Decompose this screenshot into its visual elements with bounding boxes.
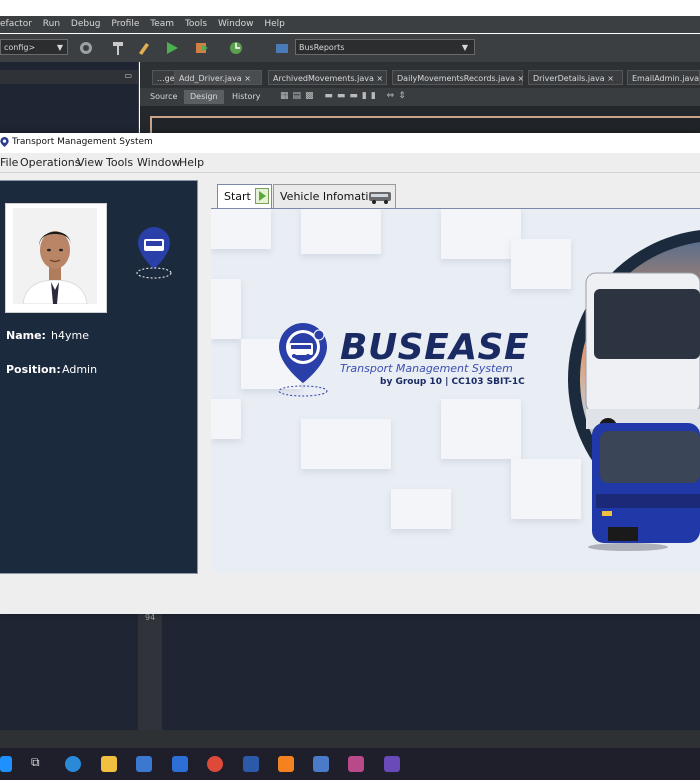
ide-file-tabs: ...ge Add_Driver.java × ArchivedMovement… — [140, 62, 700, 90]
background-tile — [211, 279, 241, 339]
busease-logo — [278, 323, 328, 397]
menu-operations[interactable]: Operations — [20, 156, 80, 169]
menu-help[interactable]: Help — [179, 156, 204, 169]
profile-photo-frame — [5, 203, 107, 313]
ide-menu-profile[interactable]: Profile — [111, 16, 139, 33]
design-tab[interactable]: Design — [184, 90, 224, 104]
ide-menu-debug[interactable]: Debug — [71, 16, 101, 33]
ide-menu-run[interactable]: Run — [43, 16, 60, 33]
app-menu-bar: File Operations View Tools Window Help — [0, 153, 700, 173]
app-logo-icon — [0, 137, 9, 147]
menu-view[interactable]: View — [77, 156, 103, 169]
xampp-icon[interactable] — [278, 756, 294, 772]
ide-status-area — [0, 730, 700, 748]
file-tab-archived[interactable]: ArchivedMovements.java × — [268, 70, 387, 85]
mail-icon[interactable] — [172, 756, 188, 772]
word-icon[interactable] — [243, 756, 259, 772]
file-tab-email-admin[interactable]: EmailAdmin.java — [627, 70, 700, 85]
background-tile — [441, 399, 521, 459]
window-title: Transport Management System — [12, 137, 153, 147]
ide-lower-editor — [162, 613, 700, 730]
file-explorer-icon[interactable] — [101, 756, 117, 772]
ide-menu-refactor[interactable]: efactor — [0, 16, 32, 33]
ide-project-pane-lower — [0, 613, 138, 730]
layout-tools-icon[interactable]: ▦▤▩ ▬▬▬▮▮ ⇔⇕ — [280, 91, 410, 101]
task-view-icon[interactable]: ⧉ — [31, 755, 47, 771]
play-icon — [255, 188, 269, 204]
winrar-icon[interactable] — [348, 756, 364, 772]
ide-menu-team[interactable]: Team — [150, 16, 174, 33]
tab-start[interactable]: Start — [217, 184, 272, 208]
gutter-line-number: 94 — [145, 613, 156, 622]
ide-menu-window[interactable]: Window — [218, 16, 254, 33]
tab-label: Add_Driver.java — [179, 74, 242, 83]
background-tile — [391, 489, 451, 529]
ide-menu-tools[interactable]: Tools — [185, 16, 207, 33]
tab-start-label: Start — [224, 190, 251, 203]
background-tile — [441, 209, 521, 259]
config-combo[interactable]: config> ▼ — [0, 39, 68, 55]
ide-menu-help[interactable]: Help — [264, 16, 285, 33]
brand-subtitle: Transport Management System — [340, 362, 513, 375]
position-label: Position: — [6, 363, 61, 376]
chevron-down-icon: ▼ — [56, 43, 63, 52]
windows-start-icon[interactable] — [0, 756, 12, 772]
store-icon[interactable] — [136, 756, 152, 772]
edge-icon[interactable] — [65, 756, 81, 772]
windows-taskbar: ⧉ — [0, 748, 700, 780]
netbeans-icon[interactable] — [384, 756, 400, 772]
tab-label: ArchivedMovements.java — [273, 74, 374, 83]
ide-toolbar: config> ▼ BusReports ▼ — [0, 34, 700, 62]
reports-combo-value: BusReports — [299, 43, 345, 52]
tab-label: DriverDetails.java — [533, 74, 605, 83]
menu-tools[interactable]: Tools — [106, 156, 133, 169]
source-tab[interactable]: Source — [144, 90, 183, 104]
menu-window[interactable]: Window — [137, 156, 180, 169]
background-tile — [511, 239, 571, 289]
busease-logo-small-icon — [136, 227, 172, 279]
virtualbox-icon[interactable] — [313, 756, 329, 772]
tab-label: EmailAdmin.java — [632, 74, 699, 83]
bus-photo — [568, 230, 700, 551]
file-tab-driver-details[interactable]: DriverDetails.java × — [528, 70, 623, 85]
chrome-icon[interactable] — [207, 756, 223, 772]
avatar — [13, 208, 97, 304]
name-value: h4yme — [51, 329, 89, 342]
reports-icon — [276, 44, 288, 53]
start-content-panel: BUSEASE Transport Management System by G… — [211, 208, 700, 573]
name-label: Name: — [6, 329, 46, 342]
profile-photo — [13, 208, 97, 304]
reports-combo[interactable]: BusReports ▼ — [295, 39, 475, 55]
debug-icon[interactable] — [194, 40, 210, 56]
background-tile — [301, 419, 391, 469]
position-value: Admin — [62, 363, 98, 376]
background-tile — [211, 209, 271, 249]
ide-menu-bar: efactor Run Debug Profile Team Tools Win… — [0, 16, 700, 33]
bus-icon — [369, 192, 391, 204]
menu-file[interactable]: File — [0, 156, 18, 169]
title-bar: Transport Management System — [0, 133, 700, 153]
tab-vehicle-information[interactable]: Vehicle Infomation — [273, 184, 396, 208]
minimize-icon[interactable]: ▭ — [124, 71, 132, 80]
tab-label: DailyMovementsRecords.java — [397, 74, 515, 83]
chevron-down-icon: ▼ — [461, 43, 468, 52]
file-tab-add-driver[interactable]: Add_Driver.java × — [174, 70, 262, 85]
user-sidebar: Name: h4yme Position: Admin — [0, 180, 198, 574]
background-tile — [301, 209, 381, 254]
pane-header: ▭ — [0, 70, 138, 84]
app-window: Transport Management System File Operati… — [0, 133, 700, 614]
hammer-icon[interactable] — [110, 40, 126, 56]
background-tile — [211, 399, 241, 439]
clean-build-icon[interactable] — [78, 40, 94, 56]
build-broom-icon[interactable] — [136, 40, 152, 56]
config-combo-value: config> — [4, 43, 36, 52]
run-icon[interactable] — [164, 40, 180, 56]
ide-gutter: 94 — [138, 613, 162, 730]
history-tab[interactable]: History — [226, 90, 266, 104]
file-tab-daily[interactable]: DailyMovementsRecords.java × — [392, 70, 524, 85]
tab-vehicle-label: Vehicle Infomation — [280, 190, 383, 203]
ide-view-bar: Source Design History ▦▤▩ ▬▬▬▮▮ ⇔⇕ — [140, 88, 700, 106]
profile-icon[interactable] — [228, 40, 244, 56]
brand-credit: by Group 10 | CC103 SBIT-1C — [380, 377, 525, 387]
